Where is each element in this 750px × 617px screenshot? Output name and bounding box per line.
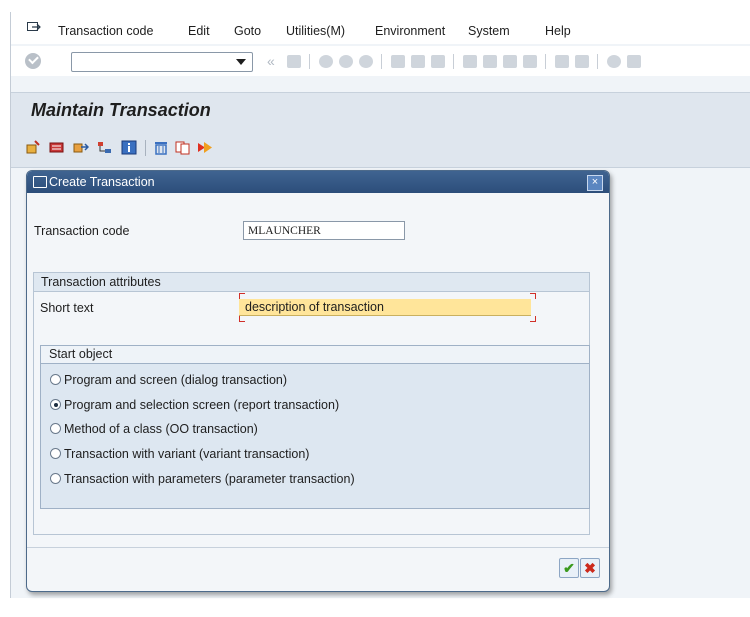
transaction-tree-icon[interactable]: [97, 140, 113, 155]
layout-menu-icon[interactable]: [627, 55, 641, 68]
dialog-footer-divider: [27, 547, 609, 548]
radio-button-selected[interactable]: [50, 399, 61, 410]
create-transaction-dialog: Create Transaction × Transaction code ML…: [26, 170, 610, 592]
transaction-attributes-header: Transaction attributes: [34, 273, 589, 292]
print-icon[interactable]: [391, 55, 405, 68]
transaction-code-field[interactable]: MLAUNCHER: [243, 221, 405, 240]
cancel-button[interactable]: ✖: [580, 558, 600, 578]
required-marker: [239, 316, 245, 322]
sap-window: Transaction code Edit Goto Utilities(M) …: [10, 12, 750, 598]
transaction-attributes-title: Transaction attributes: [41, 275, 161, 289]
continue-button[interactable]: ✔: [559, 558, 579, 578]
close-icon[interactable]: ×: [587, 175, 603, 191]
menu-system[interactable]: System: [468, 24, 510, 38]
find-icon[interactable]: [411, 55, 425, 68]
exit-icon[interactable]: [339, 55, 353, 68]
menu-help[interactable]: Help: [545, 24, 571, 38]
system-toolbar: «: [11, 46, 750, 76]
command-field[interactable]: [71, 52, 253, 72]
menu-transaction-code[interactable]: Transaction code: [58, 24, 153, 38]
save-icon[interactable]: [287, 55, 301, 68]
help-icon[interactable]: [607, 55, 621, 68]
application-toolbar: [11, 129, 750, 168]
menu-edit[interactable]: Edit: [188, 24, 210, 38]
toolbar-separator: [597, 54, 598, 69]
required-marker: [239, 293, 245, 299]
toolbar-separator: [453, 54, 454, 69]
menu-exit-icon[interactable]: [27, 22, 41, 34]
menu-environment[interactable]: Environment: [375, 24, 445, 38]
short-text-label: Short text: [40, 301, 94, 315]
dropdown-arrow-icon[interactable]: [236, 59, 246, 65]
menu-goto[interactable]: Goto: [234, 24, 261, 38]
dialog-icon: [33, 176, 47, 188]
enter-icon[interactable]: [25, 53, 41, 69]
start-object-header: Start object: [41, 346, 589, 364]
info-icon[interactable]: [121, 140, 137, 155]
radio-button[interactable]: [50, 423, 61, 434]
short-text-field[interactable]: description of transaction: [239, 299, 531, 316]
shortcut-icon[interactable]: [575, 55, 589, 68]
test-icon[interactable]: [197, 140, 213, 155]
first-page-icon[interactable]: [463, 55, 477, 68]
page-title: Maintain Transaction: [31, 100, 211, 120]
find-next-icon[interactable]: [431, 55, 445, 68]
back-nav-icon[interactable]: [319, 55, 333, 68]
radio-label: Program and selection screen (report tra…: [64, 398, 340, 412]
start-object-title: Start object: [49, 347, 113, 361]
menu-bar: Transaction code Edit Goto Utilities(M) …: [11, 12, 750, 44]
next-page-icon[interactable]: [503, 55, 517, 68]
required-marker: [530, 316, 536, 322]
dialog-title-bar[interactable]: Create Transaction ×: [27, 171, 609, 193]
display-icon[interactable]: [49, 140, 65, 155]
transaction-code-label: Transaction code: [34, 224, 130, 238]
toolbar-separator: [381, 54, 382, 69]
toolbar-separator: [309, 54, 310, 69]
menu-utilities[interactable]: Utilities(M): [286, 24, 345, 38]
copy-icon[interactable]: [175, 140, 191, 155]
delete-icon[interactable]: [153, 140, 169, 155]
radio-label: Transaction with variant (variant transa…: [64, 447, 310, 461]
toolbar-separator: [145, 140, 146, 156]
screen-title-bar: Maintain Transaction: [11, 92, 750, 129]
change-icon[interactable]: [73, 140, 89, 155]
new-session-icon[interactable]: [555, 55, 569, 68]
radio-button[interactable]: [50, 473, 61, 484]
cancel-icon[interactable]: [359, 55, 373, 68]
radio-label: Program and screen (dialog transaction): [64, 373, 288, 387]
required-marker: [530, 293, 536, 299]
previous-page-icon[interactable]: [483, 55, 497, 68]
radio-label: Method of a class (OO transaction): [64, 422, 258, 436]
radio-button[interactable]: [50, 448, 61, 459]
back-icon[interactable]: «: [267, 53, 275, 69]
radio-button[interactable]: [50, 374, 61, 385]
create-icon[interactable]: [25, 140, 41, 155]
dialog-title: Create Transaction: [49, 175, 155, 189]
radio-label: Transaction with parameters (parameter t…: [64, 472, 355, 486]
toolbar-separator: [545, 54, 546, 69]
last-page-icon[interactable]: [523, 55, 537, 68]
